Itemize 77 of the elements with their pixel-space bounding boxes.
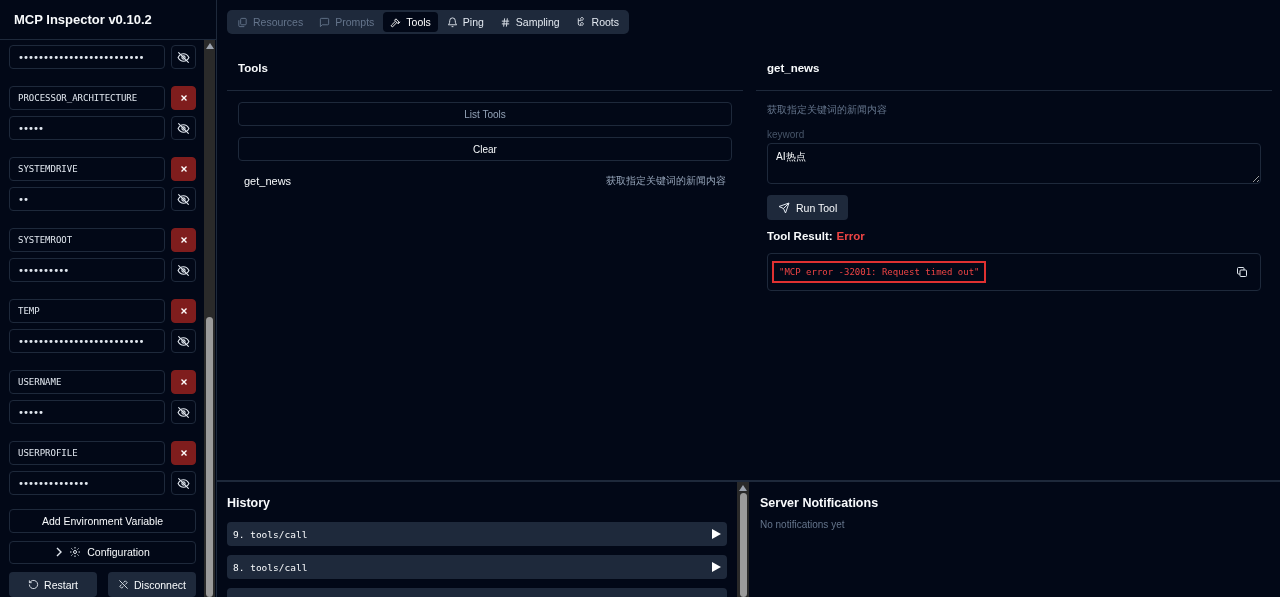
remove-button[interactable] (171, 441, 196, 465)
run-tool-button[interactable]: Run Tool (767, 195, 849, 220)
tool-list-item[interactable]: get_news 获取指定关键词的新闻内容 (238, 170, 732, 192)
result-label: Tool Result: (767, 230, 833, 242)
restart-button[interactable]: Restart (9, 572, 97, 597)
eye-off-icon (177, 476, 190, 490)
remove-button[interactable] (171, 86, 196, 110)
tab[interactable]: Sampling (492, 12, 567, 32)
error-message: "MCP error -32001: Request timed out" (772, 261, 987, 283)
tab[interactable]: Roots (568, 12, 627, 32)
visibility-toggle[interactable] (171, 258, 196, 282)
add-variable-button[interactable]: Add Environment Variable (9, 509, 196, 533)
eye-off-icon (177, 334, 190, 348)
copy-icon[interactable] (1236, 266, 1248, 278)
remove-button[interactable] (171, 299, 196, 323)
close-icon (179, 378, 188, 386)
panel-title: Tools (238, 62, 268, 74)
notifications-title: Server Notifications (760, 496, 880, 510)
history-item[interactable]: 8. tools/call (227, 555, 727, 579)
close-icon (179, 307, 188, 315)
env-value-field[interactable]: •• (9, 187, 165, 211)
scrollbar[interactable] (204, 40, 215, 597)
empty-message: No notifications yet (760, 519, 846, 530)
env-value-field[interactable]: ••••••••••••••••••••••••• (9, 45, 165, 69)
eye-off-icon (177, 192, 190, 206)
visibility-toggle[interactable] (171, 187, 196, 211)
env-value-field[interactable]: •••••••••• (9, 258, 165, 282)
keyword-field[interactable]: AI热点 (767, 143, 1261, 184)
unplug-icon (118, 579, 129, 590)
panel-title: get_news (767, 62, 820, 74)
env-key-field[interactable]: USERPROFILE (9, 441, 165, 465)
env-key-field[interactable]: SYSTEMDRIVE (9, 157, 165, 181)
env-key-field[interactable]: PROCESSOR_ARCHITECTURE (9, 86, 165, 110)
visibility-toggle[interactable] (171, 116, 196, 140)
close-icon (179, 236, 188, 244)
remove-button[interactable] (171, 157, 196, 181)
visibility-toggle[interactable] (171, 400, 196, 424)
tool-description: 获取指定关键词的新闻内容 (767, 103, 888, 117)
visibility-toggle[interactable] (171, 471, 196, 495)
history-item[interactable]: 9. tools/call (227, 522, 727, 546)
eye-off-icon (177, 121, 190, 135)
message-icon (319, 16, 331, 28)
send-icon (778, 201, 790, 214)
history-title: History (227, 496, 272, 510)
disconnect-button[interactable]: Disconnect (108, 572, 196, 597)
eye-off-icon (177, 405, 190, 419)
scrollbar[interactable] (737, 482, 749, 597)
close-icon (179, 165, 188, 173)
hammer-icon (390, 16, 402, 28)
result-status: Error (836, 230, 865, 242)
restart-icon (28, 579, 40, 590)
close-icon (179, 449, 188, 457)
app-title: MCP Inspector v0.10.2 (14, 12, 152, 27)
remove-button[interactable] (171, 370, 196, 394)
close-icon (179, 94, 188, 102)
hash-icon (499, 16, 511, 28)
files-icon (237, 16, 248, 28)
env-key-field[interactable]: TEMP (9, 299, 165, 323)
env-key-field[interactable]: SYSTEMROOT (9, 228, 165, 252)
env-value-field[interactable]: ••••• (9, 400, 165, 424)
configuration-button[interactable]: Configuration (9, 540, 196, 564)
env-value-field[interactable]: •••••••••••••• (9, 471, 165, 495)
scroll-up-icon (205, 43, 214, 49)
tab[interactable]: Tools (383, 12, 438, 32)
remove-button[interactable] (171, 228, 196, 252)
visibility-toggle[interactable] (171, 329, 196, 353)
tab[interactable]: Ping (439, 12, 491, 32)
clear-button[interactable]: Clear (238, 137, 732, 161)
parameter-label: keyword (767, 129, 806, 140)
bell-icon (446, 16, 458, 28)
eye-off-icon (177, 263, 190, 277)
env-value-field[interactable]: ••••••••••••••••••••••••• (9, 329, 165, 353)
scroll-up-icon (739, 485, 747, 491)
eye-off-icon (177, 50, 190, 64)
env-value-field[interactable]: ••••• (9, 116, 165, 140)
visibility-toggle[interactable] (171, 45, 196, 69)
env-key-field[interactable]: USERNAME (9, 370, 165, 394)
